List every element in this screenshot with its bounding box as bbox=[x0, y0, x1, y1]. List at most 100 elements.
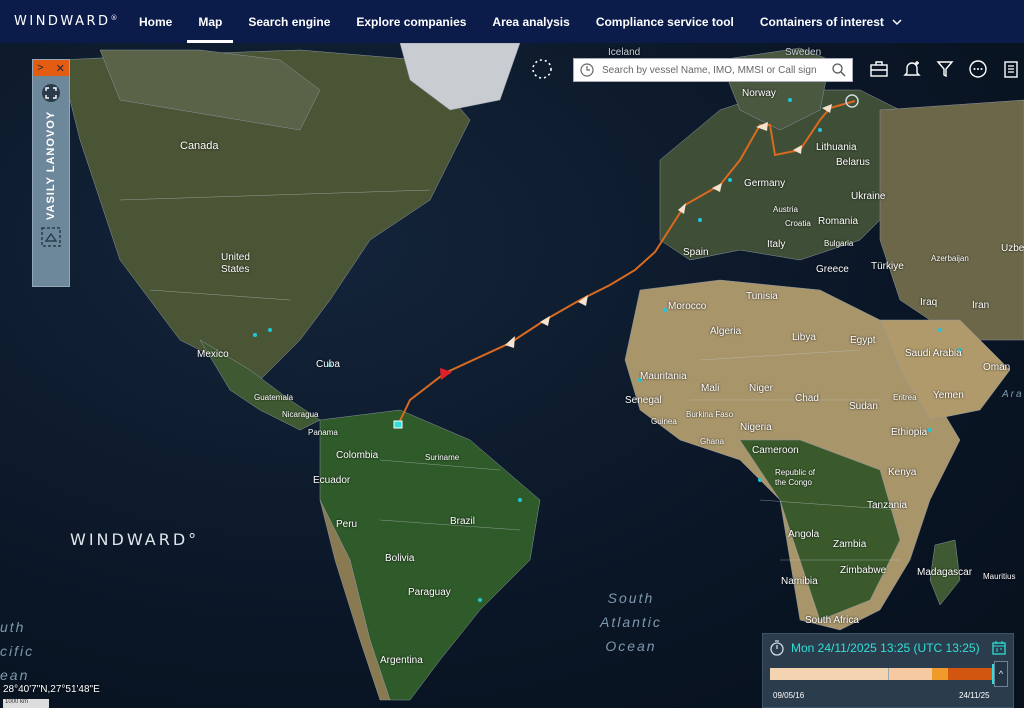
calendar-icon[interactable] bbox=[991, 640, 1007, 656]
vessel-panel: > ✕ VASILY LANOVOY bbox=[32, 59, 70, 287]
close-panel-button[interactable]: ✕ bbox=[56, 62, 65, 75]
label-madagascar: Madagascar bbox=[917, 567, 973, 578]
label-peru: Peru bbox=[336, 519, 358, 530]
label-united-states: United States bbox=[221, 252, 250, 275]
label-zimbabwe: Zimbabwe bbox=[840, 565, 887, 576]
nav-home[interactable]: Home bbox=[126, 0, 185, 43]
label-senegal: Senegal bbox=[625, 395, 662, 406]
label-belarus: Belarus bbox=[836, 157, 870, 168]
timeline-segment-orange bbox=[932, 668, 948, 680]
label-iceland: Iceland bbox=[608, 47, 641, 58]
label-sweden: Sweden bbox=[785, 47, 822, 58]
label-suriname: Suriname bbox=[425, 453, 460, 462]
map-toolbar bbox=[868, 58, 1022, 80]
timeline-segment-dark bbox=[948, 668, 996, 680]
label-ethiopia: Ethiopia bbox=[891, 427, 928, 438]
label-bolivia: Bolivia bbox=[385, 553, 415, 564]
label-germany: Germany bbox=[744, 178, 786, 189]
label-turkiye: Türkiye bbox=[871, 261, 904, 272]
nav-compliance-service-tool[interactable]: Compliance service tool bbox=[583, 0, 747, 43]
more-icon[interactable] bbox=[967, 58, 989, 80]
map-canvas[interactable]: Iceland Sweden Norway Canada Lithuania B… bbox=[0, 43, 1024, 708]
label-spain: Spain bbox=[683, 247, 709, 258]
label-egypt: Egypt bbox=[850, 335, 876, 346]
clipboard-icon[interactable] bbox=[1000, 58, 1022, 80]
label-niger: Niger bbox=[749, 383, 773, 394]
label-angola: Angola bbox=[788, 529, 820, 540]
land-asia bbox=[879, 99, 1024, 341]
label-tanzania: Tanzania bbox=[867, 500, 908, 511]
timeline-track[interactable] bbox=[770, 668, 996, 680]
vessel-search-box bbox=[573, 58, 853, 82]
vessel-photo-icon[interactable] bbox=[40, 226, 62, 248]
label-nigeria: Nigeria bbox=[740, 422, 772, 433]
label-mauritania: Mauritania bbox=[640, 371, 687, 382]
label-tunisia: Tunisia bbox=[746, 291, 778, 302]
label-congo: Republic of the Congo bbox=[775, 468, 816, 487]
label-ghana: Ghana bbox=[700, 437, 725, 446]
label-canada: Canada bbox=[180, 140, 219, 152]
label-algeria: Algeria bbox=[710, 326, 742, 337]
vessel-panel-header: > ✕ bbox=[33, 60, 69, 76]
label-namibia: Namibia bbox=[781, 576, 818, 587]
label-norway: Norway bbox=[742, 88, 776, 99]
timeline-end-label: 24/11/25 bbox=[959, 691, 990, 700]
filter-icon[interactable] bbox=[934, 58, 956, 80]
label-chad: Chad bbox=[795, 393, 819, 404]
label-brazil: Brazil bbox=[450, 516, 476, 527]
search-icon[interactable] bbox=[830, 61, 848, 79]
label-bulgaria: Bulgaria bbox=[824, 239, 854, 248]
label-croatia: Croatia bbox=[785, 219, 811, 228]
timeline-start-label: 09/05/16 bbox=[773, 691, 805, 700]
label-south-africa: South Africa bbox=[805, 615, 859, 626]
label-italy: Italy bbox=[767, 239, 786, 250]
label-nicaragua: Nicaragua bbox=[282, 410, 319, 419]
bell-plus-icon[interactable] bbox=[901, 58, 923, 80]
label-guatemala: Guatemala bbox=[254, 393, 294, 402]
label-iran: Iran bbox=[972, 300, 990, 311]
label-greece: Greece bbox=[816, 264, 849, 275]
briefcase-icon[interactable] bbox=[868, 58, 890, 80]
scale-bar: 1000 km bbox=[3, 699, 49, 708]
spinner-icon bbox=[531, 58, 553, 80]
label-sudan: Sudan bbox=[849, 401, 878, 412]
label-azerbaijan: Azerbaijan bbox=[931, 254, 969, 263]
label-austria: Austria bbox=[773, 205, 798, 214]
brand-logo[interactable]: WINDWARD® bbox=[14, 14, 126, 29]
search-input[interactable] bbox=[598, 59, 830, 81]
label-ukraine: Ukraine bbox=[851, 191, 886, 202]
label-kenya: Kenya bbox=[888, 467, 917, 478]
timeline-collapse-button[interactable]: ^ bbox=[994, 661, 1008, 687]
label-uzbek: Uzbe bbox=[1001, 243, 1024, 254]
label-paraguay: Paraguay bbox=[408, 587, 451, 598]
timeline-segment-mid bbox=[888, 668, 932, 680]
fullscreen-icon[interactable] bbox=[40, 82, 62, 104]
label-mali: Mali bbox=[701, 383, 720, 394]
basemap bbox=[59, 43, 1024, 701]
clock-icon[interactable] bbox=[576, 59, 598, 81]
nav-items: Home Map Search engine Explore companies… bbox=[126, 0, 915, 43]
map-watermark: WINDWARD° bbox=[70, 530, 200, 549]
label-saudi-arabia: Saudi Arabia bbox=[905, 348, 962, 359]
nav-explore-companies[interactable]: Explore companies bbox=[343, 0, 479, 43]
label-oman: Oman bbox=[983, 362, 1011, 373]
timeline-header: Mon 24/11/2025 13:25 (UTC 13:25) bbox=[763, 634, 1013, 662]
nav-containers-label: Containers of interest bbox=[759, 14, 884, 29]
nav-area-analysis[interactable]: Area analysis bbox=[479, 0, 582, 43]
nav-containers-of-interest[interactable]: Containers of interest bbox=[747, 0, 915, 43]
timer-icon bbox=[770, 640, 784, 656]
nav-search-engine[interactable]: Search engine bbox=[235, 0, 343, 43]
nav-map[interactable]: Map bbox=[185, 0, 235, 43]
label-cameroon: Cameroon bbox=[752, 445, 799, 456]
vessel-name[interactable]: VASILY LANOVOY bbox=[45, 110, 57, 220]
label-burkina-faso: Burkina Faso bbox=[686, 410, 734, 419]
label-libya: Libya bbox=[792, 332, 816, 343]
label-zambia: Zambia bbox=[833, 539, 867, 550]
expand-panel-button[interactable]: > bbox=[37, 62, 43, 74]
label-argentina: Argentina bbox=[380, 655, 423, 666]
timeline-datetime[interactable]: Mon 24/11/2025 13:25 (UTC 13:25) bbox=[791, 641, 991, 655]
label-lithuania: Lithuania bbox=[816, 142, 857, 153]
label-ecuador: Ecuador bbox=[313, 475, 351, 486]
label-yemen: Yemen bbox=[933, 390, 964, 401]
timeline-panel: Mon 24/11/2025 13:25 (UTC 13:25) ^ 09/05… bbox=[762, 633, 1014, 708]
